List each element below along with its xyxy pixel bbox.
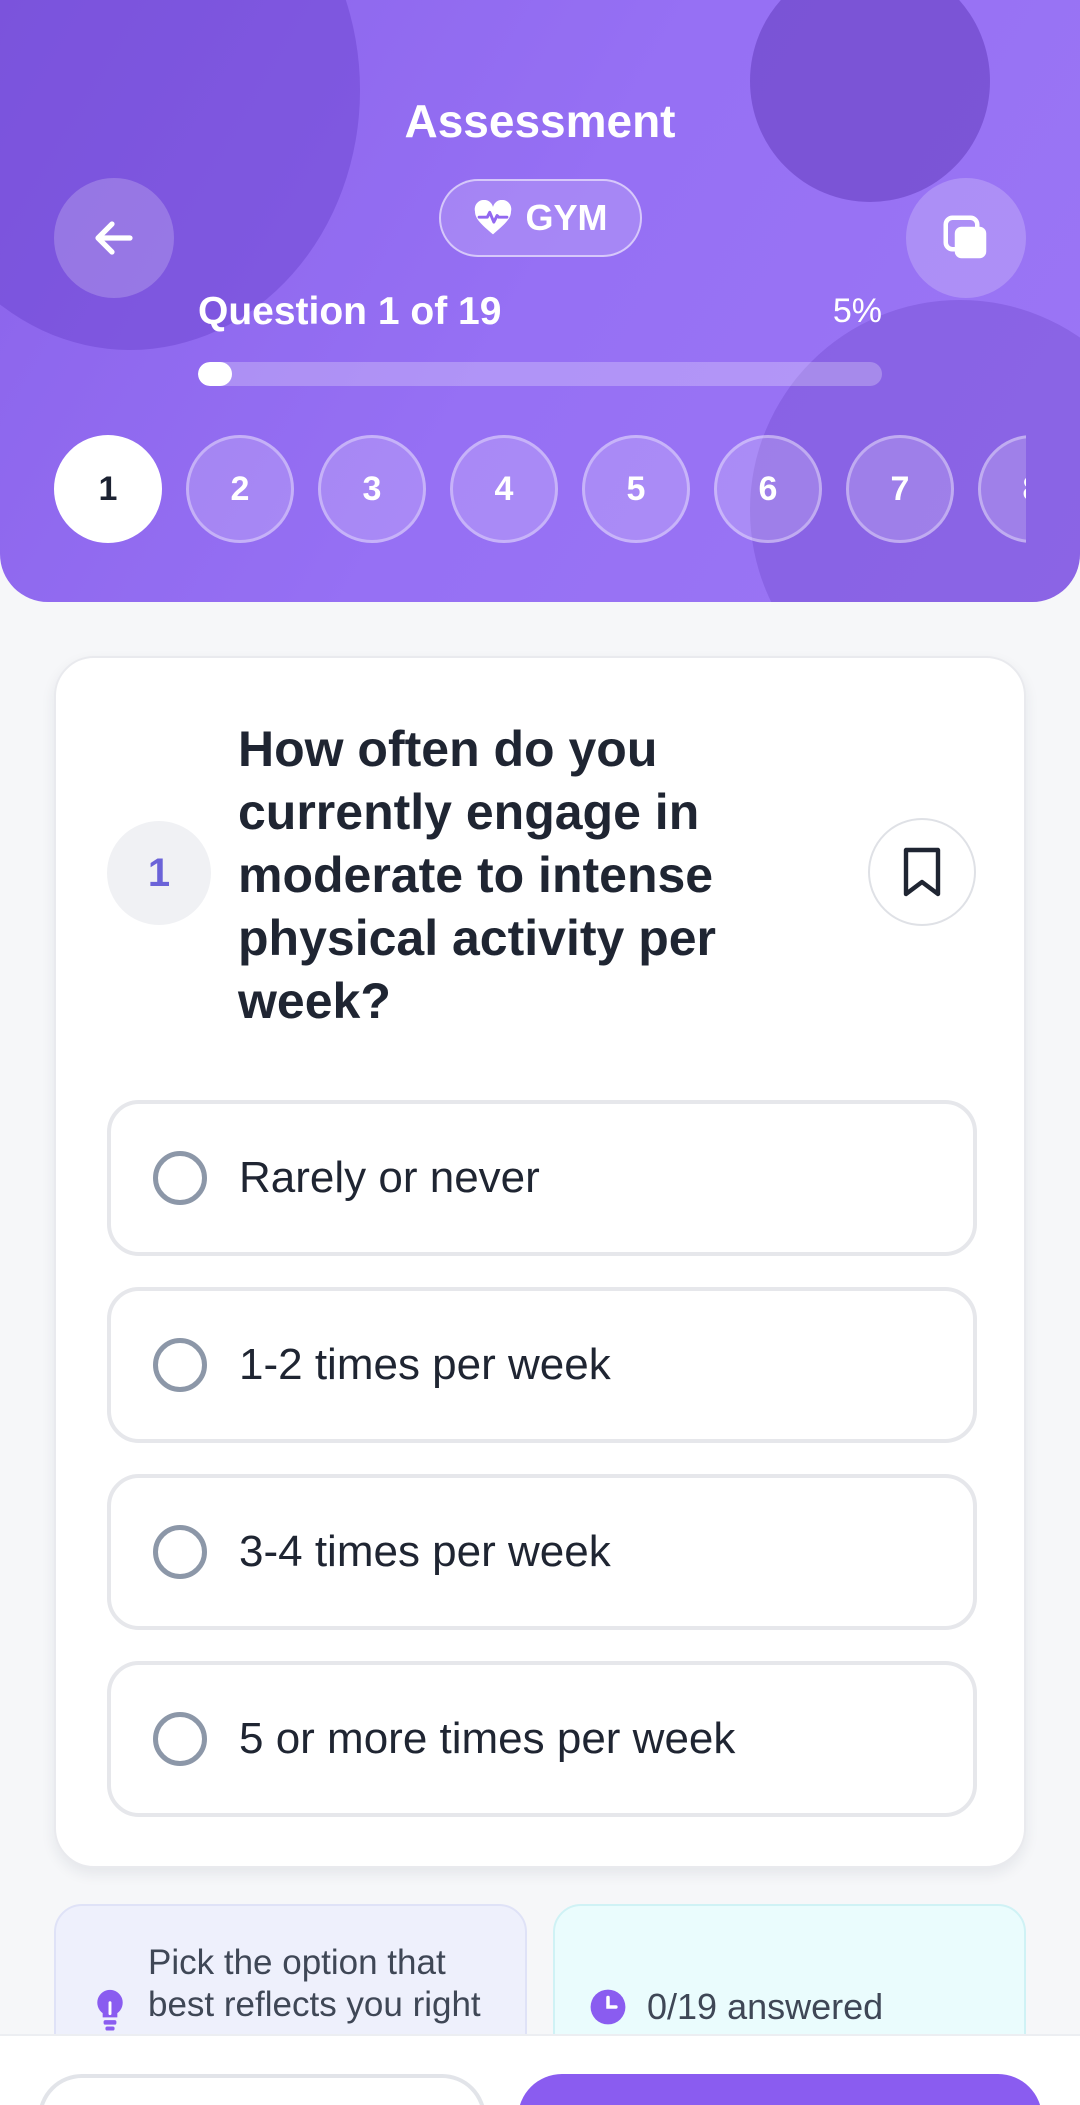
progress-bar-fill <box>198 362 233 386</box>
radio-button[interactable] <box>153 1151 207 1205</box>
answer-option-label: 1-2 times per week <box>239 1340 611 1389</box>
answer-option-label: 5 or more times per week <box>239 1714 736 1763</box>
answer-option[interactable]: Rarely or never <box>107 1100 977 1256</box>
copy-icon <box>943 215 987 259</box>
step-5[interactable]: 5 <box>582 435 690 543</box>
back-button[interactable] <box>54 178 174 298</box>
heart-pulse-icon <box>475 200 512 235</box>
answer-option[interactable]: 5 or more times per week <box>107 1661 977 1817</box>
question-card: 1 How often do you currently engage in m… <box>54 656 1026 1868</box>
radio-button[interactable] <box>153 1525 207 1579</box>
answered-count: 0/19 answered <box>647 1986 884 2027</box>
assessment-screen: Assessment GYM Question 1 of 19 5% 12345… <box>0 0 1080 2105</box>
previous-button[interactable] <box>38 2074 486 2105</box>
bottom-action-bar <box>0 2034 1080 2105</box>
answer-option[interactable]: 3-4 times per week <box>107 1474 977 1630</box>
question-stepper: 12345678 <box>54 435 1026 543</box>
step-6[interactable]: 6 <box>714 435 822 543</box>
lightbulb-icon <box>97 1989 123 2031</box>
question-counter: Question 1 of 19 <box>198 290 502 333</box>
progress-bar <box>198 362 882 386</box>
question-text: How often do you currently engage in mod… <box>238 721 717 1029</box>
answer-option-label: Rarely or never <box>239 1153 540 1202</box>
step-7[interactable]: 7 <box>846 435 954 543</box>
step-4[interactable]: 4 <box>450 435 558 543</box>
clock-icon <box>590 1989 626 2025</box>
answer-option-label: 3-4 times per week <box>239 1527 611 1576</box>
progress-percent: 5% <box>832 292 882 330</box>
next-button[interactable] <box>518 2074 1042 2105</box>
answer-options: Rarely or never 1-2 times per week 3-4 t… <box>107 1100 977 1848</box>
bookmark-button[interactable] <box>868 818 976 926</box>
step-8[interactable]: 8 <box>978 435 1026 543</box>
step-2[interactable]: 2 <box>186 435 294 543</box>
page-title: Assessment <box>404 95 676 147</box>
copy-button[interactable] <box>906 178 1026 298</box>
category-chip: GYM <box>439 179 642 257</box>
bookmark-icon <box>903 847 941 897</box>
arrow-left-icon <box>95 221 133 255</box>
header: Assessment GYM Question 1 of 19 5% 12345… <box>0 0 1080 602</box>
radio-button[interactable] <box>153 1712 207 1766</box>
answer-option[interactable]: 1-2 times per week <box>107 1287 977 1443</box>
category-chip-label: GYM <box>525 197 608 238</box>
step-3[interactable]: 3 <box>318 435 426 543</box>
question-number-badge: 1 <box>107 821 211 925</box>
step-1[interactable]: 1 <box>54 435 162 543</box>
radio-button[interactable] <box>153 1338 207 1392</box>
